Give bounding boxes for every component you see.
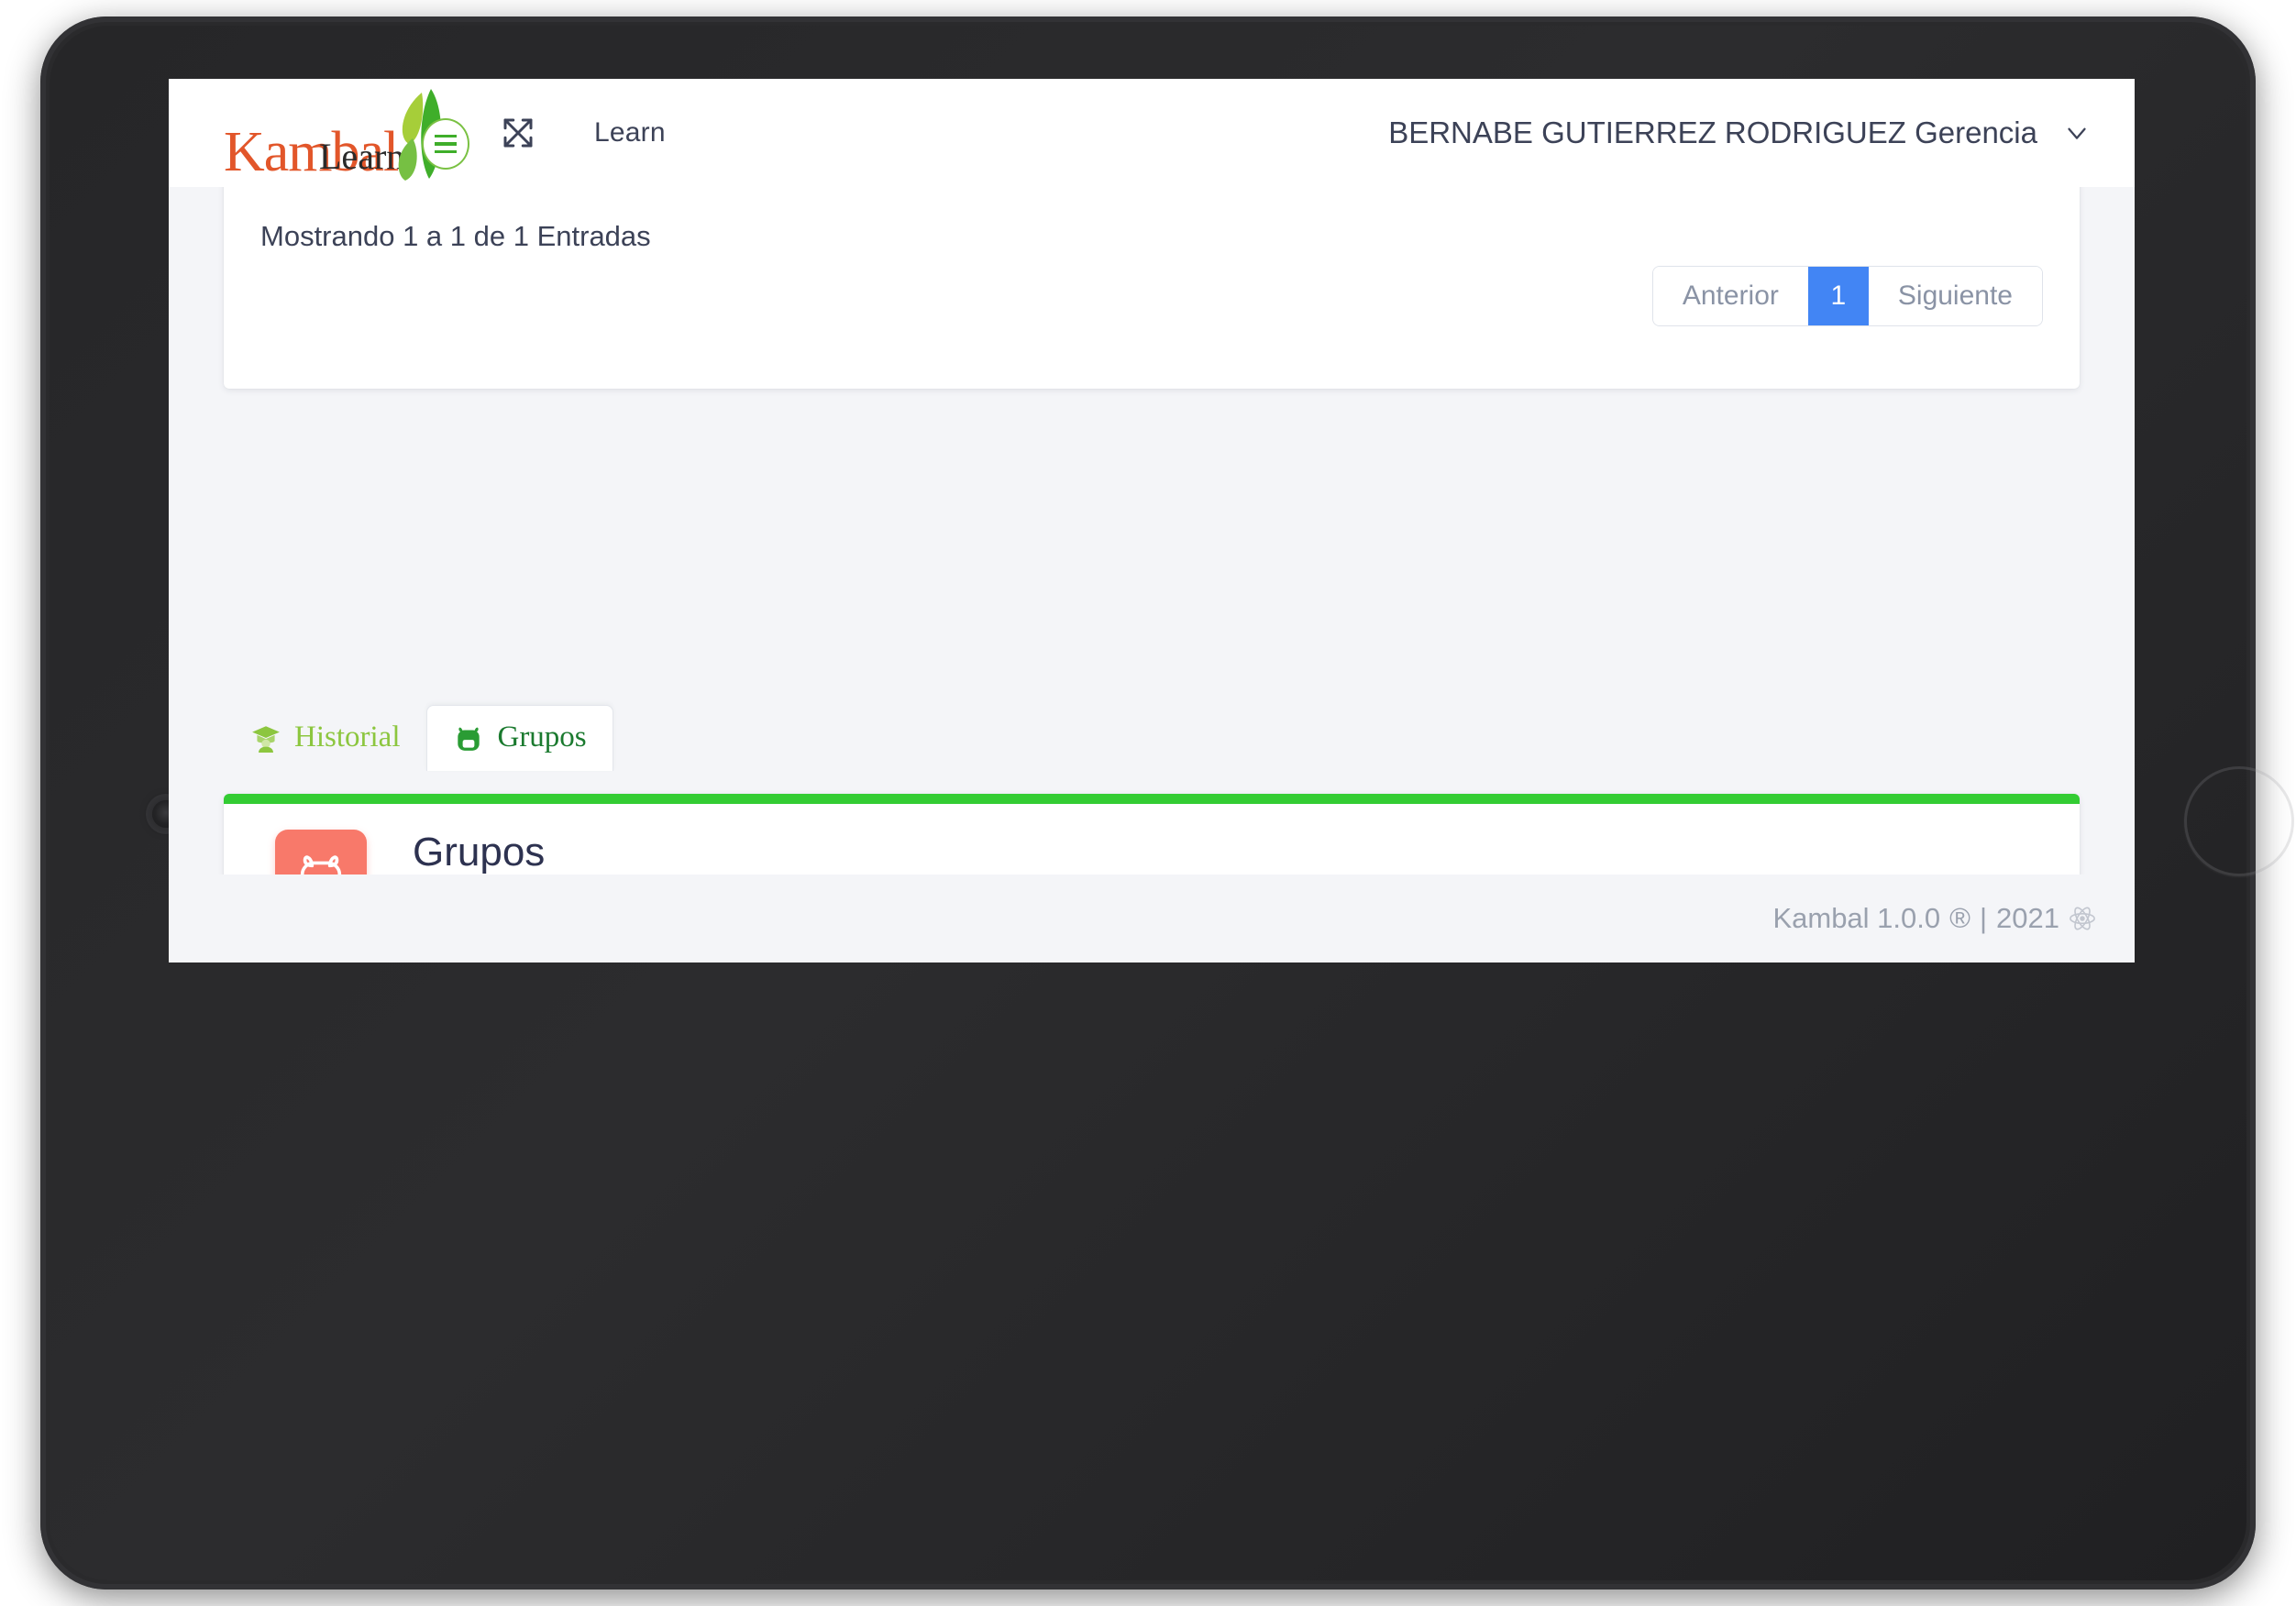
atom-icon xyxy=(2070,907,2095,930)
top-pagination-page-1[interactable]: 1 xyxy=(1807,267,1869,325)
footer-separator: | xyxy=(1979,902,1988,934)
graduate-icon xyxy=(252,725,280,753)
expand-button[interactable] xyxy=(499,114,537,152)
tab-historial[interactable]: Historial xyxy=(224,705,426,771)
tab-grupos[interactable]: Grupos xyxy=(426,705,613,771)
backpack-icon xyxy=(458,727,480,751)
tab-historial-label: Historial xyxy=(294,720,401,754)
app-header: Kambal Learn Learn BERNABE GUTIERREZ ROD… xyxy=(169,79,2135,187)
registered-trademark-icon: ® xyxy=(1949,902,1970,934)
user-menu[interactable]: BERNABE GUTIERREZ RODRIGUEZ Gerencia xyxy=(1388,116,2092,150)
user-name-label: BERNABE GUTIERREZ RODRIGUEZ Gerencia xyxy=(1388,116,2037,149)
footer-app-version: Kambal 1.0.0 xyxy=(1772,902,1941,934)
menu-badge-icon[interactable] xyxy=(422,118,469,170)
card-accent-bar xyxy=(224,794,2080,804)
nav-link-learn[interactable]: Learn xyxy=(594,117,666,148)
app-footer: Kambal 1.0.0 ® | 2021 xyxy=(169,874,2135,962)
tablet-device-frame: Kambal Learn Learn BERNABE GUTIERREZ ROD… xyxy=(40,16,2294,1590)
tab-grupos-label: Grupos xyxy=(497,720,587,754)
card-title-line1: Grupos xyxy=(413,830,546,874)
tablet-screen: Kambal Learn Learn BERNABE GUTIERREZ ROD… xyxy=(169,79,2135,962)
top-entries-info: Mostrando 1 a 1 de 1 Entradas xyxy=(260,220,651,252)
page-body: Mostrando 1 a 1 de 1 Entradas Anterior 1… xyxy=(169,121,2135,962)
tab-bar: Historial Grupos xyxy=(224,704,613,771)
brand-logo[interactable]: Kambal Learn xyxy=(224,85,469,181)
chevron-down-icon xyxy=(2068,127,2086,139)
top-pagination-previous[interactable]: Anterior xyxy=(1652,267,1808,325)
expand-arrows-icon xyxy=(503,118,533,148)
home-button[interactable] xyxy=(2184,766,2294,876)
top-pagination: Anterior 1 Siguiente xyxy=(1651,266,2043,326)
footer-year: 2021 xyxy=(1996,902,2059,934)
top-pagination-next[interactable]: Siguiente xyxy=(1868,267,2042,325)
